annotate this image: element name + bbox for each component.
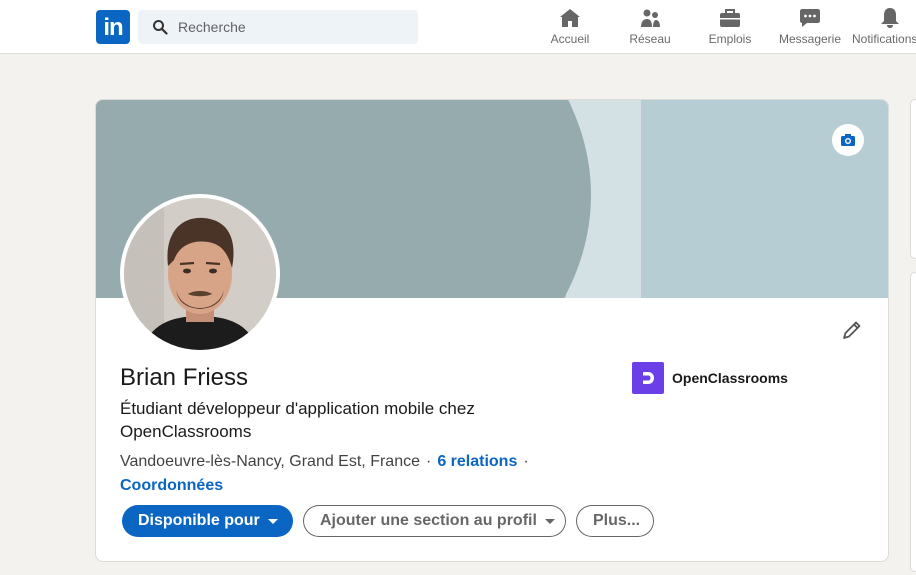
messaging-icon [800, 9, 820, 27]
add-section-label: Ajouter une section au profil [320, 512, 537, 529]
nav-label: Notifications [852, 32, 916, 46]
current-company[interactable]: OpenClassrooms [632, 362, 788, 394]
profile-card: Brian Friess Étudiant développeur d'appl… [95, 99, 889, 562]
right-sidebar-card [910, 99, 916, 259]
profile-location-line: Vandoeuvre-lès-Nancy, Grand Est, France ·… [120, 450, 570, 498]
caret-down-icon [544, 518, 555, 524]
search-box[interactable] [138, 10, 418, 44]
caret-down-icon [267, 518, 278, 524]
edit-banner-button[interactable] [832, 124, 864, 156]
nav-item-home[interactable]: Accueil [540, 6, 600, 50]
open-to-label: Disponible pour [138, 512, 260, 529]
briefcase-icon [720, 9, 740, 27]
nav-label: Emplois [708, 32, 752, 46]
search-input[interactable] [178, 10, 408, 44]
linkedin-logo[interactable]: in [96, 10, 130, 44]
connections-link[interactable]: 6 relations [437, 453, 517, 470]
profile-name: Brian Friess [120, 364, 249, 391]
contact-info-link[interactable]: Coordonnées [120, 477, 223, 494]
camera-icon [841, 134, 855, 146]
nav-label: Messagerie [778, 32, 842, 46]
search-icon [153, 20, 168, 35]
top-navigation-bar: in Accueil Réseau Emplois [0, 0, 916, 54]
nav-item-notifications[interactable]: Notifications [852, 6, 916, 50]
pencil-icon [843, 321, 861, 339]
bell-icon [881, 8, 899, 28]
avatar-portrait [124, 198, 276, 350]
nav-label: Réseau [629, 32, 671, 46]
profile-headline: Étudiant développeur d'application mobil… [120, 399, 475, 441]
network-icon [641, 9, 660, 27]
more-button[interactable]: Plus... [576, 505, 654, 537]
open-to-button[interactable]: Disponible pour [122, 505, 293, 537]
nav-item-messaging[interactable]: Messagerie [775, 6, 845, 50]
edit-intro-button[interactable] [838, 316, 866, 344]
add-profile-section-button[interactable]: Ajouter une section au profil [303, 505, 566, 537]
nav-item-jobs[interactable]: Emplois [700, 6, 760, 50]
home-icon [560, 9, 580, 27]
separator: · [523, 453, 529, 470]
company-name: OpenClassrooms [672, 370, 788, 386]
nav-label: Accueil [550, 32, 590, 46]
separator: · [425, 453, 432, 470]
right-sidebar-card [910, 272, 916, 572]
profile-location: Vandoeuvre-lès-Nancy, Grand Est, France [120, 453, 420, 470]
profile-photo[interactable] [120, 194, 280, 354]
openclassrooms-logo-icon [632, 362, 664, 394]
more-label: Plus... [593, 512, 641, 529]
nav-item-network[interactable]: Réseau [620, 6, 680, 50]
